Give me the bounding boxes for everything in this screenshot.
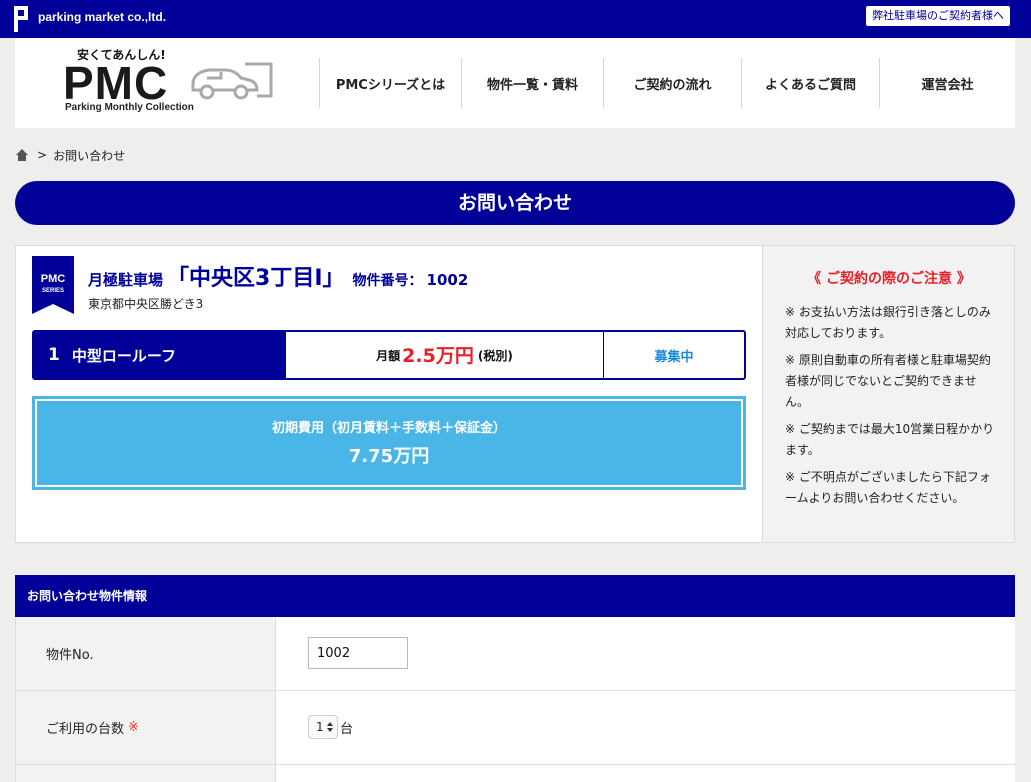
company-name: parking market co.,ltd. [38,10,167,24]
car-icon [191,62,273,100]
notice-title: 《 ご契約の際のご注意 》 [807,271,971,287]
space-type: 中型ロールーフ [71,346,176,365]
property-no-input[interactable] [308,637,408,669]
notice-list: ※ お支払い方法は銀行引き落としのみ対応しております。 ※ 原則自動車の所有者様… [785,302,999,515]
nav-item-contract-flow[interactable]: ご契約の流れ [603,58,741,108]
next-row-label [16,765,276,782]
main-nav: PMCシリーズとは 物件一覧・賃料 ご契約の流れ よくあるご質問 運営会社 [319,58,1015,108]
count-select[interactable]: 1 [308,715,338,739]
count-unit: 台 [340,721,354,737]
badge-line2: SERIES [42,288,64,294]
property-type: 月極駐車場 [88,271,164,289]
space-status: 募集中 [654,349,694,365]
nav-item-faq[interactable]: よくあるご質問 [741,58,879,108]
space-price: 月額 2.5万円 (税別) [286,332,604,378]
home-icon[interactable] [15,148,29,162]
breadcrumb-current: お問い合わせ [53,148,126,163]
count-label: ご利用の台数 ※ [16,691,276,764]
space-id: 1 中型ロールーフ [34,332,286,378]
property-number-label: 物件番号： [352,273,423,289]
owner-link-button[interactable]: 弊社駐車場のご契約者様へ [866,6,1010,26]
property-number: 1002 [426,271,469,289]
initial-cost-label: 初期費用（初月賃料＋手数料＋保証金） [271,421,506,436]
property-no-field [308,637,408,669]
price-value: 2.5万円 [402,344,474,367]
property-name: 「中央区3丁目I」 [167,266,345,291]
logo-mark: PMC [63,57,169,109]
pmc-series-badge-icon: PMC SERIES [32,256,74,314]
property-address: 東京都中央区勝どき3 [88,297,204,311]
nav-item-company[interactable]: 運営会社 [879,58,1015,108]
contract-notice: 《 ご契約の際のご注意 》 ※ お支払い方法は銀行引き落としのみ対応しております… [762,246,1014,542]
inquiry-form-table: 物件No. ご利用の台数 ※ 1 台 [15,617,1016,782]
logo-subtitle: Parking Monthly Collection [65,102,194,113]
count-label-text: ご利用の台数 [46,722,125,737]
property-card: PMC SERIES 月極駐車場 「中央区3丁目I」 物件番号： 1002 東京… [15,245,1015,543]
breadcrumb: > お問い合わせ [15,146,125,164]
badge-line1: PMC [41,273,66,285]
notice-item: ※ ご契約までは最大10営業日程かかります。 [785,422,995,457]
form-row-next [16,765,1016,782]
select-arrows-icon [327,722,333,732]
site-header: 安くてあんしん! PMC Parking Monthly Collection … [15,38,1015,128]
notice-item: ※ お支払い方法は銀行引き落としのみ対応しております。 [785,305,991,340]
breadcrumb-separator: > [37,148,48,162]
property-title: 月極駐車場 「中央区3丁目I」 物件番号： 1002 [88,260,468,292]
space-number: 1 [48,345,60,365]
property-no-label: 物件No. [16,617,276,690]
notice-item: ※ ご不明点がございましたら下記フォームよりお問い合わせください。 [785,470,991,505]
initial-cost-box: 初期費用（初月賃料＋手数料＋保証金） 7.75万円 [32,396,746,490]
nav-item-property-list[interactable]: 物件一覧・賃料 [461,58,603,108]
page-title: お問い合わせ [15,181,1015,225]
nav-item-pmc-series[interactable]: PMCシリーズとは [319,58,461,108]
notice-item: ※ 原則自動車の所有者様と駐車場契約者様が同じでないとご契約できません。 [785,353,991,409]
count-field: 1 台 [308,715,353,739]
property-details: PMC SERIES 月極駐車場 「中央区3丁目I」 物件番号： 1002 東京… [16,246,762,542]
initial-cost-value: 7.75万円 [348,446,430,467]
pmc-logo[interactable]: 安くてあんしん! PMC Parking Monthly Collection [63,46,283,122]
form-row-property-no: 物件No. [16,617,1016,691]
count-select-value: 1 [316,720,324,734]
required-mark: ※ [128,720,139,735]
price-label: 月額 [376,348,401,363]
form-section-header: お問い合わせ物件情報 [15,575,1015,617]
parking-space-row: 1 中型ロールーフ 月額 2.5万円 (税別) 募集中 [32,330,746,380]
property-no-label-text: 物件No. [46,648,94,663]
company-logo-icon [14,6,28,32]
price-tax: (税別) [477,348,513,363]
top-bar: parking market co.,ltd. 弊社駐車場のご契約者様へ [0,0,1031,38]
form-row-count: ご利用の台数 ※ 1 台 [16,691,1016,765]
